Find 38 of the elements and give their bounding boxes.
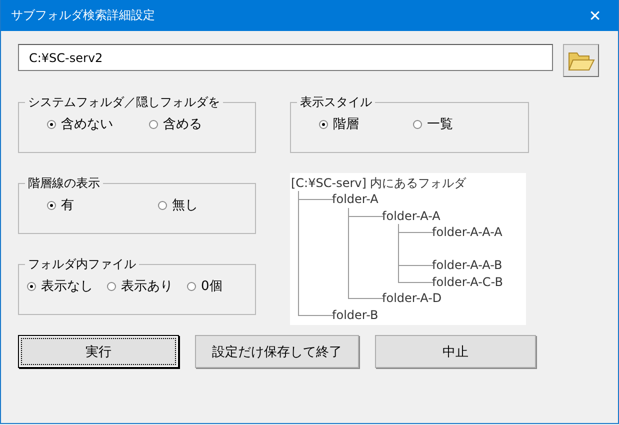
browse-button[interactable] — [563, 44, 599, 77]
tree-item: folder-A-A-A — [432, 225, 502, 240]
tree-item: folder-A — [332, 192, 378, 206]
radio-icon[interactable] — [27, 282, 36, 290]
radio-option[interactable]: 0個 — [187, 277, 222, 295]
radio-icon[interactable] — [47, 200, 56, 210]
radio-option[interactable]: 表示あり — [107, 277, 173, 295]
preview-title: [C:¥SC-serv] 内にあるフォルダ — [290, 175, 468, 191]
radio-option[interactable]: 含めない — [47, 115, 113, 133]
group-title: フォルダ内ファイル — [27, 256, 137, 273]
radio-icon[interactable] — [413, 120, 422, 128]
group-title: 階層線の表示 — [27, 175, 101, 192]
radio-option[interactable]: 表示なし — [27, 277, 93, 295]
radio-icon[interactable] — [319, 120, 328, 128]
dialog-button[interactable]: 実行 — [18, 335, 179, 368]
close-button[interactable]: ✕ — [572, 0, 618, 31]
radio-icon[interactable] — [158, 200, 167, 210]
radio-icon[interactable] — [107, 282, 116, 290]
radio-icon[interactable] — [187, 282, 196, 290]
tree-item: folder-A-C-B — [432, 274, 503, 289]
group-title: 表示スタイル — [299, 94, 373, 111]
tree-item: folder-A-A — [382, 208, 440, 223]
folder-icon — [567, 50, 595, 72]
radio-icon[interactable] — [149, 120, 158, 128]
window-title: サブフォルダ検索詳細設定 — [11, 7, 155, 24]
group-title: システムフォルダ／隠しフォルダを — [27, 94, 221, 111]
radio-icon[interactable] — [47, 120, 56, 128]
tree-item: folder-A-D — [382, 291, 442, 306]
path-field[interactable]: C:¥SC-serv2 — [18, 44, 553, 71]
dialog-button[interactable]: 中止 — [375, 335, 536, 368]
radio-option[interactable]: 一覧 — [413, 115, 453, 133]
radio-option[interactable]: 有 — [47, 196, 74, 214]
tree-item: folder-B — [332, 308, 378, 322]
radio-option[interactable]: 階層 — [319, 115, 359, 133]
tree-item: folder-A-A-B — [432, 258, 502, 272]
radio-option[interactable]: 無し — [158, 196, 198, 214]
radio-option[interactable]: 含める — [149, 115, 202, 133]
dialog-button[interactable]: 設定だけ保存して終了 — [195, 335, 359, 368]
